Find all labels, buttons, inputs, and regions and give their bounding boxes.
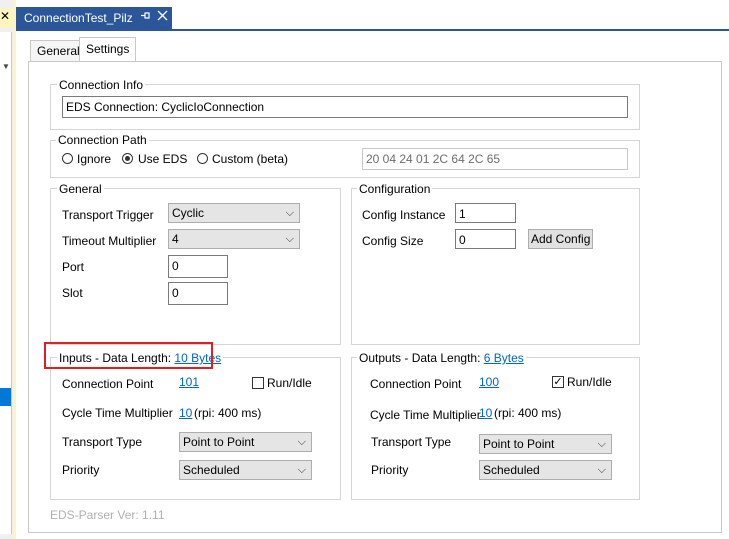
transport-trigger-value: Cyclic <box>172 206 204 220</box>
tab-settings-label: Settings <box>86 42 130 56</box>
left-panel-close-icon[interactable]: ✕ <box>0 9 10 23</box>
inputs-transport-type-label: Transport Type <box>62 435 143 449</box>
inputs-cycle-time-link[interactable]: 10 <box>179 406 192 420</box>
chevron-down-icon: ⌵ <box>297 464 306 476</box>
inputs-priority-label: Priority <box>62 463 100 477</box>
transport-trigger-label: Transport Trigger <box>62 208 154 222</box>
transport-trigger-dropdown[interactable]: Cyclic ⌵ <box>168 203 300 223</box>
radio-use-eds[interactable] <box>122 153 133 164</box>
pin-icon[interactable] <box>140 10 151 24</box>
inputs-rpi-text: (rpi: 400 ms) <box>194 406 262 420</box>
inputs-priority-value: Scheduled <box>183 463 240 477</box>
inputs-transport-type-value: Point to Point <box>183 435 255 449</box>
inputs-run-idle-checkbox[interactable] <box>252 377 264 389</box>
chevron-down-icon: ⌵ <box>297 436 306 448</box>
outputs-connection-point-link[interactable]: 100 <box>479 375 499 389</box>
outputs-transport-type-value: Point to Point <box>483 437 555 451</box>
chevron-down-icon[interactable]: ▼ <box>2 62 10 71</box>
inputs-connection-point-label: Connection Point <box>62 377 154 391</box>
inputs-run-idle-label[interactable]: Run/Idle <box>267 376 312 390</box>
timeout-multiplier-value: 4 <box>172 232 179 246</box>
highlight-annotation <box>44 342 213 369</box>
tab-general-label: General <box>37 44 80 58</box>
chevron-down-icon: ⌵ <box>285 233 294 245</box>
port-label: Port <box>62 260 85 274</box>
outputs-cycle-time-link[interactable]: 10 <box>479 406 492 420</box>
configuration-legend: Configuration <box>357 182 433 196</box>
config-instance-field[interactable]: 1 <box>455 203 516 223</box>
radio-ignore-label[interactable]: Ignore <box>77 152 111 166</box>
outputs-priority-value: Scheduled <box>483 463 540 477</box>
radio-custom[interactable] <box>197 153 208 164</box>
radio-custom-label[interactable]: Custom (beta) <box>212 152 288 166</box>
outputs-run-idle-checkbox[interactable]: ✓ <box>552 376 564 388</box>
add-config-button[interactable]: Add Config <box>528 229 594 249</box>
outputs-transport-type-label: Transport Type <box>371 435 452 449</box>
inputs-cycle-time-label: Cycle Time Multiplier <box>62 406 173 420</box>
chevron-down-icon: ⌵ <box>597 464 606 476</box>
outputs-connection-point-label: Connection Point <box>370 377 462 391</box>
chevron-down-icon: ⌵ <box>597 438 606 450</box>
radio-ignore[interactable] <box>62 153 73 164</box>
inputs-transport-type-dropdown[interactable]: Point to Point ⌵ <box>179 432 312 452</box>
connection-info-legend: Connection Info <box>57 78 146 92</box>
config-size-field[interactable]: 0 <box>455 229 516 249</box>
timeout-multiplier-dropdown[interactable]: 4 ⌵ <box>168 229 300 249</box>
outputs-transport-type-dropdown[interactable]: Point to Point ⌵ <box>479 434 612 454</box>
chevron-down-icon: ⌵ <box>285 207 294 219</box>
general-legend: General <box>57 182 104 196</box>
outputs-priority-label: Priority <box>371 463 409 477</box>
outputs-run-idle-label[interactable]: Run/Idle <box>567 375 612 389</box>
outputs-legend-label: Outputs - Data Length: <box>359 351 481 365</box>
document-tab-title: ConnectionTest_Pilz <box>24 11 133 25</box>
document-tab[interactable]: ConnectionTest_Pilz <box>16 7 172 29</box>
connection-path-field[interactable]: 20 04 24 01 2C 64 2C 65 <box>362 148 628 170</box>
outputs-rpi-text: (rpi: 400 ms) <box>494 406 562 420</box>
connection-info-field[interactable]: EDS Connection: CyclicIoConnection <box>62 96 628 118</box>
outputs-priority-dropdown[interactable]: Scheduled ⌵ <box>479 460 612 480</box>
timeout-multiplier-label: Timeout Multiplier <box>62 234 157 248</box>
slot-field[interactable]: 0 <box>168 282 228 305</box>
inputs-connection-point-link[interactable]: 101 <box>179 375 199 389</box>
left-panel-selected-item[interactable] <box>0 388 11 406</box>
slot-label: Slot <box>62 286 83 300</box>
left-panel <box>0 32 12 534</box>
port-field[interactable]: 0 <box>168 255 228 278</box>
config-instance-label: Config Instance <box>362 208 446 222</box>
outputs-data-length-link[interactable]: 6 Bytes <box>484 351 524 365</box>
connection-path-legend: Connection Path <box>56 133 149 147</box>
radio-use-eds-label[interactable]: Use EDS <box>138 152 187 166</box>
parser-version: EDS-Parser Ver: 1.11 <box>50 508 165 522</box>
close-icon[interactable] <box>157 9 168 24</box>
outputs-cycle-time-label: Cycle Time Multiplier <box>370 408 481 422</box>
tab-settings[interactable]: Settings <box>79 37 137 62</box>
outputs-legend: Outputs - Data Length: 6 Bytes <box>357 351 526 365</box>
inputs-priority-dropdown[interactable]: Scheduled ⌵ <box>179 460 312 480</box>
config-size-label: Config Size <box>362 234 424 248</box>
